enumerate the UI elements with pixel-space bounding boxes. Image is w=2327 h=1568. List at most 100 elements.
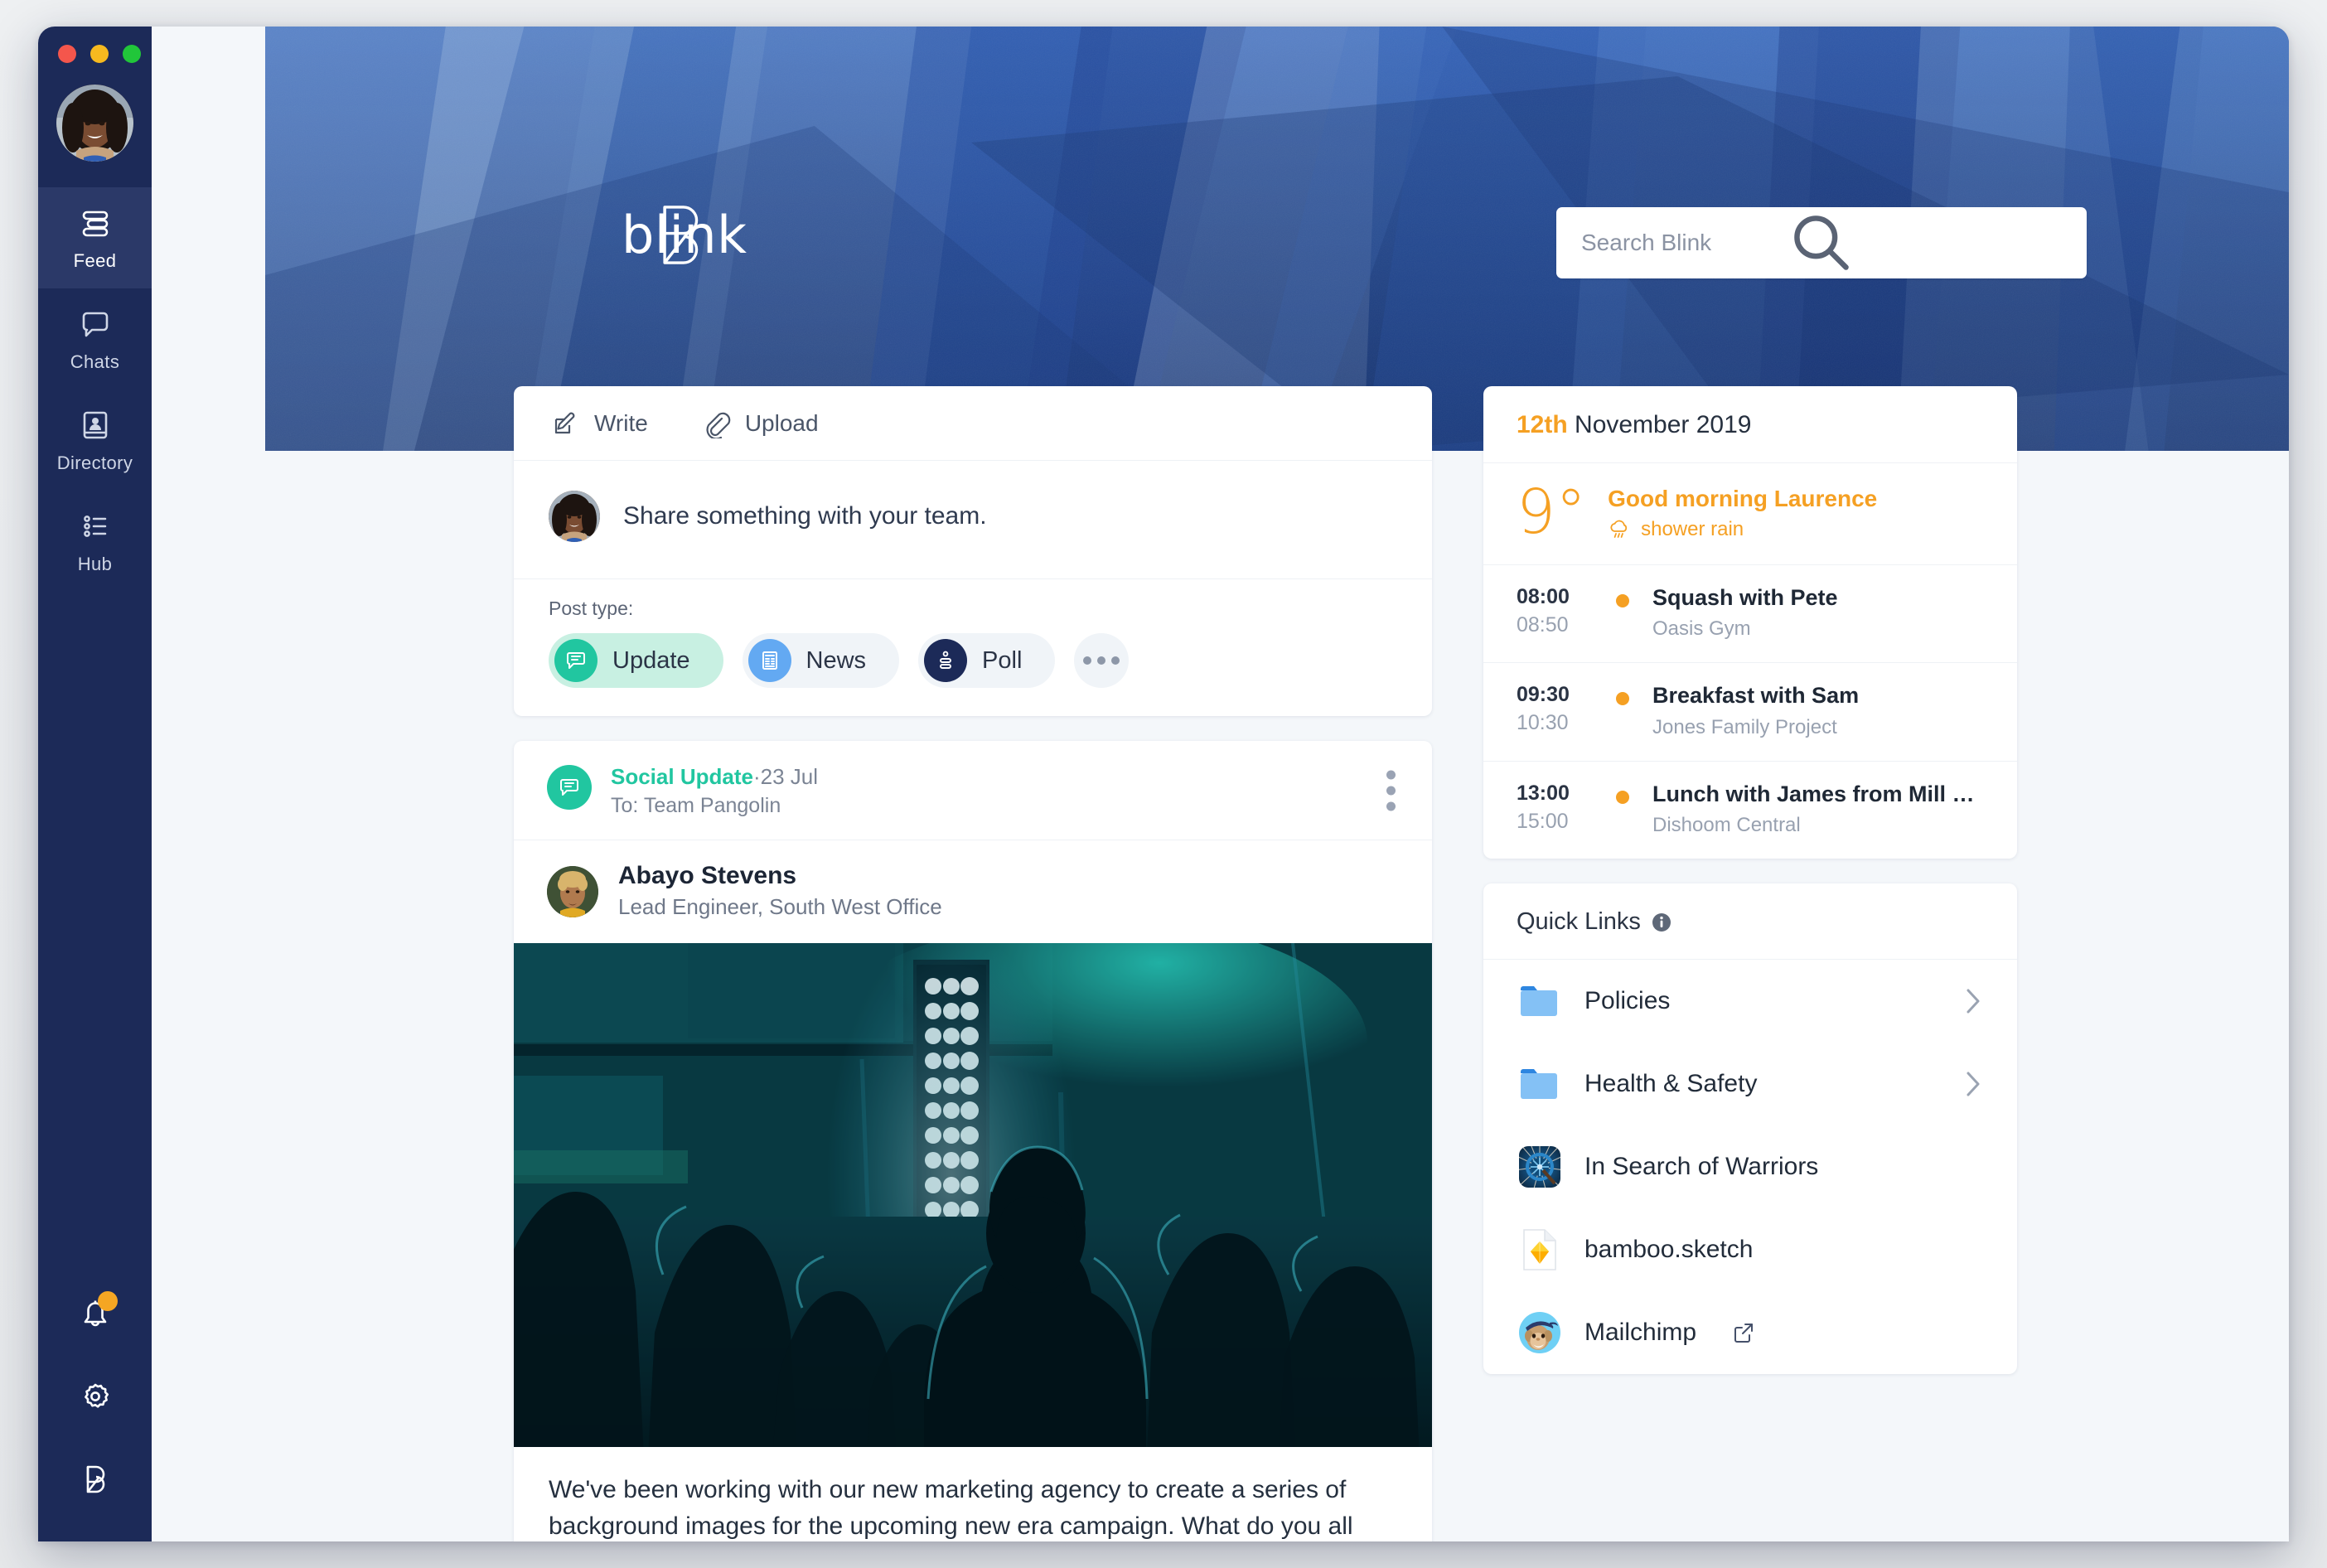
brand-logo: blink <box>622 205 747 265</box>
write-tab[interactable]: Write <box>550 409 648 438</box>
mailchimp-icon <box>1517 1309 1563 1356</box>
quick-link-in-search-of-warriors[interactable]: In Search of Warriors <box>1483 1125 2017 1208</box>
maximize-window-button[interactable] <box>123 45 141 63</box>
external-link-icon[interactable] <box>1731 1320 1756 1345</box>
weather-greeting: Good morning Laurence <box>1608 485 1878 511</box>
post-type-options: Update News Poll <box>549 633 1397 688</box>
blink-logo-button[interactable] <box>75 1459 116 1500</box>
close-window-button[interactable] <box>58 45 76 63</box>
directory-icon <box>83 411 107 438</box>
sketch-file-icon <box>1517 1227 1563 1273</box>
quick-link-label: Policies <box>1584 987 1671 1015</box>
quick-link-health-safety[interactable]: Health & Safety <box>1483 1043 2017 1125</box>
quick-link-bamboo-sketch[interactable]: bamboo.sketch <box>1483 1208 2017 1291</box>
weather-temperature: 9° <box>1517 477 1587 548</box>
info-icon[interactable] <box>1651 912 1672 933</box>
event-end: 08:50 <box>1517 612 1569 636</box>
post-author-avatar[interactable] <box>547 865 598 917</box>
sidebar: Feed Chats Directory Hub <box>38 27 152 1541</box>
blink-mark-icon <box>663 206 699 264</box>
post-type-label: Post type: <box>549 598 634 619</box>
event-status-dot <box>1616 790 1629 804</box>
post-options-button[interactable] <box>1386 770 1396 811</box>
avatar[interactable] <box>56 85 133 162</box>
search-input[interactable]: Search Blink <box>1556 207 2087 278</box>
event-location: Jones Family Project <box>1652 715 1837 738</box>
folder-icon <box>1517 978 1563 1024</box>
calendar-event[interactable]: 08:00 08:50 Squash with Pete Oasis Gym <box>1483 564 2017 662</box>
calendar-event[interactable]: 13:00 15:00 Lunch with James from Mill R… <box>1483 760 2017 859</box>
quick-links-card: Quick Links Policies Health & Safety In … <box>1483 883 2017 1375</box>
sidebar-item-feed[interactable]: Feed <box>38 187 152 288</box>
quick-link-policies[interactable]: Policies <box>1483 960 2017 1043</box>
quick-links-title: Quick Links <box>1517 908 1641 936</box>
newspaper-icon <box>747 639 791 682</box>
window-traffic-lights <box>58 45 141 63</box>
sidebar-item-label: Directory <box>56 452 133 473</box>
event-status-dot <box>1616 692 1629 706</box>
dot <box>1386 770 1396 780</box>
post-type-label-news: News <box>806 646 867 674</box>
post-body-text: We've been working with our new marketin… <box>549 1476 1353 1541</box>
post-type-label-poll: Poll <box>982 646 1023 674</box>
upload-tab[interactable]: Upload <box>701 409 819 438</box>
sidebar-nav: Feed Chats Directory Hub <box>38 187 152 592</box>
shower-rain-icon <box>1610 520 1628 538</box>
settings-button[interactable] <box>75 1376 116 1417</box>
post-type-update[interactable]: Update <box>549 633 723 688</box>
compose-card: Write Upload Share something with your t… <box>514 386 1432 716</box>
weather-row: 9° Good morning Laurence shower rain <box>1483 462 2017 564</box>
chevron-right-icon <box>1967 1072 1980 1096</box>
quick-link-mailchimp[interactable]: Mailchimp <box>1483 1291 2017 1374</box>
event-start: 13:00 <box>1517 781 1570 805</box>
event-start: 09:30 <box>1517 683 1570 707</box>
post-type-label-update: Update <box>612 646 690 674</box>
sidebar-item-chats[interactable]: Chats <box>38 288 152 390</box>
sidebar-item-label: Chats <box>70 351 120 372</box>
sidebar-bottom-actions <box>75 1291 118 1500</box>
event-start: 08:00 <box>1517 585 1570 608</box>
app-tile-icon <box>1517 1144 1563 1190</box>
post-date: 23 Jul <box>760 764 818 789</box>
sidebar-item-hub[interactable]: Hub <box>38 491 152 592</box>
post-type-poll[interactable]: Poll <box>918 633 1056 688</box>
dot <box>1083 656 1092 665</box>
app-window: Feed Chats Directory Hub blink Search Bl… <box>38 27 2289 1541</box>
sidebar-item-directory[interactable]: Directory <box>38 390 152 491</box>
dot <box>1386 786 1396 796</box>
compose-tabs: Write Upload <box>514 386 1432 461</box>
post-author: Abayo Stevens Lead Engineer, South West … <box>514 840 1432 943</box>
post-author-name: Abayo Stevens <box>618 862 797 890</box>
post-type-more-button[interactable] <box>1074 633 1130 688</box>
dot <box>1386 801 1396 811</box>
event-title: Breakfast with Sam <box>1652 683 1860 709</box>
quick-links-header: Quick Links <box>1483 883 2017 961</box>
post-image[interactable] <box>514 943 1432 1448</box>
post-type-text: Social Update <box>611 764 753 789</box>
event-title: Lunch with James from Mill Reach... <box>1652 781 1984 806</box>
chevron-right-icon <box>1967 989 1980 1014</box>
content-area: blink Search Blink Write Upload Share so… <box>152 27 2289 1541</box>
event-end: 15:00 <box>1517 809 1569 833</box>
quick-link-label: Health & Safety <box>1584 1070 1758 1098</box>
speech-bubble-icon <box>554 639 597 682</box>
compose-input-row[interactable]: Share something with your team. <box>514 461 1432 578</box>
post-card: Social Update·23 Jul To: Team Pangolin A… <box>514 741 1432 1541</box>
notification-badge <box>97 1291 118 1311</box>
compose-avatar <box>549 491 600 542</box>
quick-link-label: bamboo.sketch <box>1584 1236 1754 1264</box>
today-date-rest: November 2019 <box>1567 411 1752 438</box>
post-type-section: Post type: Update News Poll <box>514 578 1432 716</box>
compose-placeholder: Share something with your team. <box>623 502 987 530</box>
post-author-role: Lead Engineer, South West Office <box>618 894 942 920</box>
post-type-news[interactable]: News <box>742 633 900 688</box>
event-location: Oasis Gym <box>1652 617 1751 641</box>
calendar-event[interactable]: 09:30 10:30 Breakfast with Sam Jones Fam… <box>1483 662 2017 760</box>
minimize-window-button[interactable] <box>90 45 109 63</box>
pencil-square-icon <box>554 412 575 434</box>
today-card: 12th November 2019 9° Good morning Laure… <box>1483 386 2017 859</box>
notifications-button[interactable] <box>75 1291 118 1334</box>
dot <box>1111 656 1120 665</box>
poll-icon <box>924 639 968 682</box>
upload-tab-label: Upload <box>744 410 819 436</box>
